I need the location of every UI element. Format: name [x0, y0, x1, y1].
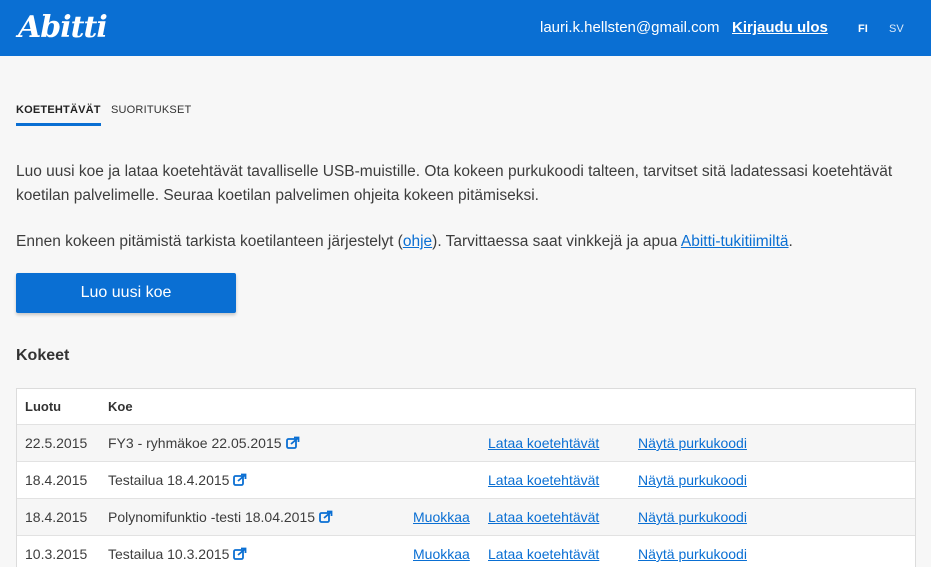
exam-name-cell: Polynomifunktio -testi 18.04.2015	[108, 499, 333, 535]
download-tasks-link[interactable]: Lataa koetehtävät	[488, 499, 599, 535]
external-link-icon[interactable]	[319, 510, 333, 523]
exam-name: Polynomifunktio -testi 18.04.2015	[108, 509, 316, 525]
exam-name: FY3 - ryhmäkoe 22.05.2015	[108, 435, 282, 451]
download-tasks-link[interactable]: Lataa koetehtävät	[488, 462, 599, 498]
exam-date: 18.4.2015	[25, 509, 88, 525]
lang-sv-button[interactable]: SV	[889, 22, 904, 36]
external-link-icon[interactable]	[233, 473, 247, 486]
lang-fi-button[interactable]: FI	[858, 22, 868, 36]
guide-link[interactable]: ohje	[403, 233, 432, 250]
logout-link[interactable]: Kirjaudu ulos	[732, 18, 828, 38]
create-exam-button[interactable]: Luo uusi koe	[16, 273, 236, 313]
table-row: 10.3.2015 Testailua 10.3.2015 Muokkaa La…	[17, 535, 915, 567]
edit-exam-link[interactable]: Muokkaa	[413, 499, 470, 535]
instructions-text-after: .	[788, 233, 793, 250]
exam-name-cell: Testailua 18.4.2015	[108, 462, 247, 498]
show-code-link[interactable]: Näytä purkukoodi	[638, 462, 747, 498]
tab-suoritukset[interactable]: SUORITUKSET	[111, 103, 191, 123]
instructions-text-before: Ennen kokeen pitämistä tarkista koetilan…	[16, 233, 403, 250]
user-email: lauri.k.hellsten@gmail.com	[540, 19, 720, 36]
instructions-text-middle: ). Tarvittaessa saat vinkkejä ja apua	[432, 233, 681, 250]
abitti-logo[interactable]: Abitti	[18, 10, 108, 46]
edit-exam-link[interactable]: Muokkaa	[413, 536, 470, 567]
show-code-link[interactable]: Näytä purkukoodi	[638, 536, 747, 567]
external-link-icon[interactable]	[233, 547, 247, 560]
exam-date: 10.3.2015	[25, 546, 88, 562]
exams-table: Luotu Koe 22.5.2015 FY3 - ryhmäkoe 22.05…	[16, 388, 916, 567]
column-header-exam: Koe	[108, 399, 133, 414]
intro-paragraph: Luo uusi koe ja lataa koetehtävät tavall…	[16, 163, 893, 204]
tab-koetehtavat[interactable]: KOETEHTÄVÄT	[16, 103, 101, 126]
exams-heading: Kokeet	[16, 347, 70, 364]
support-team-link[interactable]: Abitti-tukitiimiltä	[681, 233, 789, 250]
table-row: 18.4.2015 Polynomifunktio -testi 18.04.2…	[17, 498, 915, 535]
top-header: Abitti lauri.k.hellsten@gmail.com Kirjau…	[0, 0, 931, 56]
table-row: 22.5.2015 FY3 - ryhmäkoe 22.05.2015 Lata…	[17, 424, 915, 461]
exam-name: Testailua 10.3.2015	[108, 546, 230, 562]
exam-name-cell: Testailua 10.3.2015	[108, 536, 247, 567]
instructions-paragraph: Ennen kokeen pitämistä tarkista koetilan…	[16, 230, 896, 254]
exam-date: 18.4.2015	[25, 472, 88, 488]
show-code-link[interactable]: Näytä purkukoodi	[638, 425, 747, 461]
column-header-created: Luotu	[25, 399, 62, 414]
table-row: 18.4.2015 Testailua 18.4.2015 Lataa koet…	[17, 461, 915, 498]
download-tasks-link[interactable]: Lataa koetehtävät	[488, 536, 599, 567]
exam-date: 22.5.2015	[25, 435, 88, 451]
exam-name: Testailua 18.4.2015	[108, 472, 230, 488]
exam-name-cell: FY3 - ryhmäkoe 22.05.2015	[108, 425, 300, 461]
download-tasks-link[interactable]: Lataa koetehtävät	[488, 425, 599, 461]
show-code-link[interactable]: Näytä purkukoodi	[638, 499, 747, 535]
external-link-icon[interactable]	[285, 436, 300, 449]
